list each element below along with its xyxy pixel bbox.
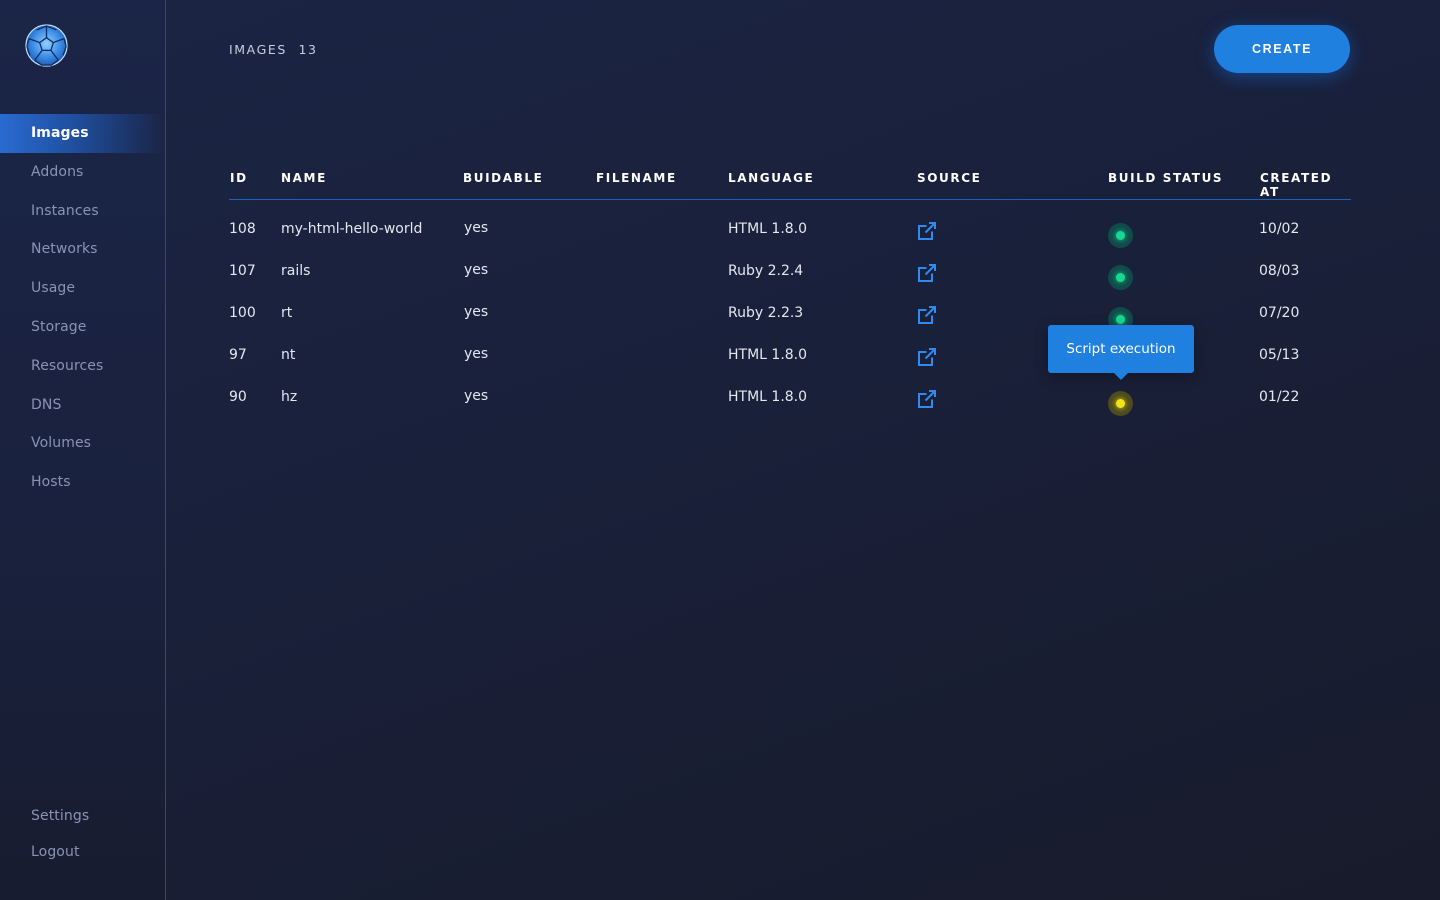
sidebar-item-networks[interactable]: Networks <box>0 230 165 269</box>
external-link-icon[interactable] <box>917 389 937 409</box>
column-header-build-status[interactable]: BUILD STATUS <box>1108 171 1223 185</box>
cell-name: rt <box>281 305 293 321</box>
cell-id: 97 <box>229 347 247 363</box>
sidebar-item-dns[interactable]: DNS <box>0 386 165 425</box>
cell-buildable: yes <box>464 262 489 278</box>
external-link-icon[interactable] <box>917 347 937 367</box>
cell-created-at: 01/22 <box>1259 389 1300 405</box>
sidebar-item-resources[interactable]: Resources <box>0 347 165 386</box>
cell-language: Ruby 2.2.4 <box>728 263 804 279</box>
cell-id: 100 <box>229 305 256 321</box>
column-header-buildable[interactable]: BUIDABLE <box>463 171 543 185</box>
page-title: IMAGES 13 <box>229 42 318 57</box>
sidebar-item-settings[interactable]: Settings <box>0 798 165 834</box>
cell-language: Ruby 2.2.3 <box>728 305 804 321</box>
cell-name: my-html-hello-world <box>281 221 423 237</box>
column-header-language[interactable]: LANGUAGE <box>728 171 814 185</box>
cell-name: nt <box>281 347 296 363</box>
status-dot-icon <box>1116 315 1125 324</box>
column-header-name[interactable]: NAME <box>281 171 327 185</box>
cell-created-at: 05/13 <box>1259 347 1300 363</box>
sidebar-bottom-nav: Settings Logout <box>0 798 165 870</box>
cell-language: HTML 1.8.0 <box>728 389 808 405</box>
column-header-created-at[interactable]: CREATED AT <box>1260 171 1351 199</box>
sidebar-nav: Images Addons Instances Networks Usage S… <box>0 114 165 502</box>
cell-language: HTML 1.8.0 <box>728 221 808 237</box>
sidebar-item-usage[interactable]: Usage <box>0 269 165 308</box>
cell-buildable: yes <box>464 220 489 236</box>
build-status-indicator[interactable] <box>1108 223 1133 248</box>
status-dot-icon <box>1116 231 1125 240</box>
build-status-indicator[interactable] <box>1108 265 1133 290</box>
column-header-source[interactable]: SOURCE <box>917 171 981 185</box>
cell-name: rails <box>281 263 311 279</box>
table-row[interactable]: 108 my-html-hello-world yes HTML 1.8.0 1… <box>229 209 1351 251</box>
external-link-icon[interactable] <box>917 221 937 241</box>
cell-buildable: yes <box>464 346 489 362</box>
cell-buildable: yes <box>464 388 489 404</box>
external-link-icon[interactable] <box>917 263 937 283</box>
column-header-id[interactable]: ID <box>230 171 248 185</box>
status-dot-icon <box>1116 273 1125 282</box>
sidebar-item-hosts[interactable]: Hosts <box>0 463 165 502</box>
sidebar-item-addons[interactable]: Addons <box>0 153 165 192</box>
table-header: ID NAME BUIDABLE FILENAME LANGUAGE SOURC… <box>229 160 1351 200</box>
cell-language: HTML 1.8.0 <box>728 347 808 363</box>
logo-icon[interactable] <box>24 23 69 68</box>
cell-id: 108 <box>229 221 256 237</box>
table-row[interactable]: 107 rails yes Ruby 2.2.4 08/03 <box>229 251 1351 293</box>
external-link-icon[interactable] <box>917 305 937 325</box>
cell-created-at: 07/20 <box>1259 305 1300 321</box>
create-button[interactable]: CREATE <box>1214 25 1350 73</box>
page-title-label: IMAGES <box>229 42 287 57</box>
sidebar-item-volumes[interactable]: Volumes <box>0 424 165 463</box>
table-row[interactable]: 90 hz yes HTML 1.8.0 01/22 <box>229 377 1351 419</box>
sidebar-item-storage[interactable]: Storage <box>0 308 165 347</box>
cell-created-at: 08/03 <box>1259 263 1300 279</box>
cell-id: 107 <box>229 263 256 279</box>
status-dot-icon <box>1116 399 1125 408</box>
build-status-tooltip: Script execution <box>1048 325 1194 380</box>
sidebar-item-instances[interactable]: Instances <box>0 192 165 231</box>
build-status-indicator[interactable] <box>1108 391 1133 416</box>
table-body: 108 my-html-hello-world yes HTML 1.8.0 1… <box>229 209 1351 419</box>
image-count: 13 <box>298 42 318 57</box>
cell-buildable: yes <box>464 304 489 320</box>
column-header-filename[interactable]: FILENAME <box>596 171 677 185</box>
cell-name: hz <box>281 389 298 405</box>
cell-id: 90 <box>229 389 247 405</box>
cell-created-at: 10/02 <box>1259 221 1300 237</box>
sidebar-item-logout[interactable]: Logout <box>0 834 165 870</box>
sidebar: Images Addons Instances Networks Usage S… <box>0 0 166 900</box>
sidebar-item-images[interactable]: Images <box>0 114 165 153</box>
